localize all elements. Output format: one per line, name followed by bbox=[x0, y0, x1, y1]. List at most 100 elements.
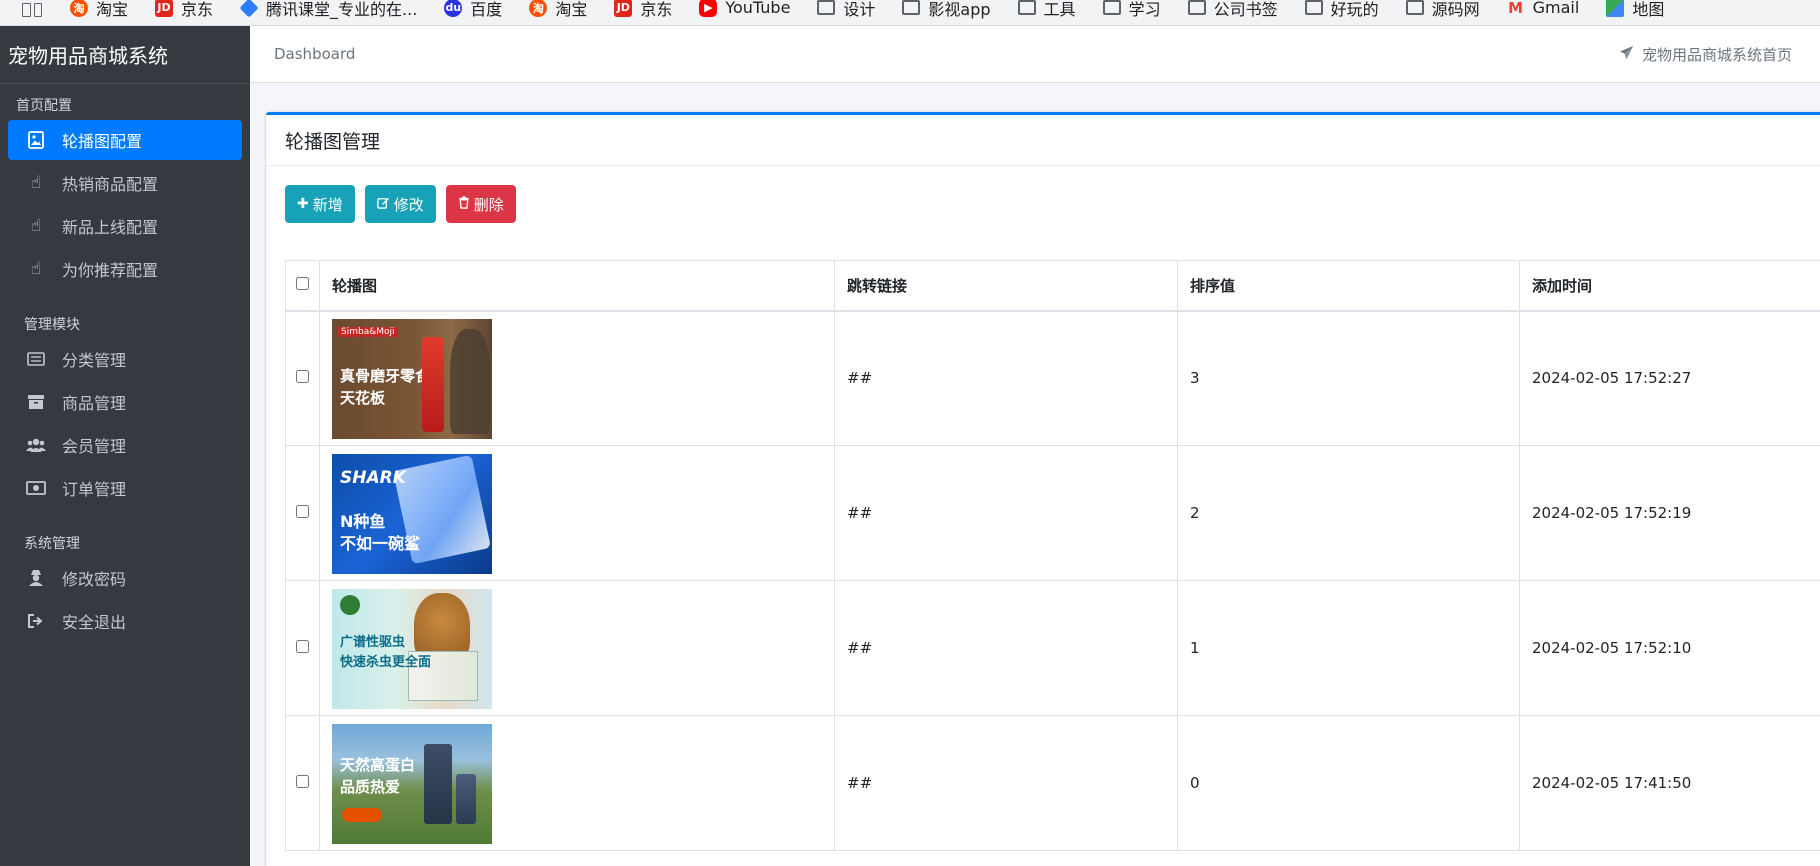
users-icon bbox=[26, 435, 46, 455]
bookmark-tencent[interactable]: 腾讯课堂_专业的在... bbox=[239, 0, 417, 20]
sidebar-item-label: 安全退出 bbox=[62, 613, 127, 632]
table-row[interactable]: SHARK N种鱼 不如一碗鲨 ## 2 2024-02-05 17:52:19 bbox=[285, 445, 1820, 581]
image-icon bbox=[26, 130, 46, 150]
sidebar: 宠物用品商城系统 首页配置 轮播图配置 ☝ 热销商品配置 ☝ 新品上线配置 ☝ … bbox=[0, 26, 250, 866]
row-checkbox[interactable] bbox=[296, 370, 309, 384]
sidebar-item-label: 订单管理 bbox=[62, 480, 127, 499]
bookmark-folder-tools[interactable]: 工具 bbox=[1017, 0, 1076, 20]
sidebar-item-members[interactable]: 会员管理 bbox=[8, 425, 242, 465]
pointer-hand-icon: ☝ bbox=[30, 216, 42, 236]
taobao-icon: 淘 bbox=[529, 0, 548, 17]
sidebar-item-change-password[interactable]: 修改密码 bbox=[8, 558, 242, 598]
table-row[interactable]: 天然高蛋白 品质热爱 ## 0 2024-02-05 17:41:50 bbox=[285, 715, 1820, 851]
user-secret-icon bbox=[26, 568, 46, 588]
folder-icon bbox=[1304, 0, 1323, 15]
cell-link: ## bbox=[834, 310, 1178, 446]
delete-button[interactable]: 删除 bbox=[445, 185, 516, 223]
bookmark-folder-apps[interactable]: 影视app bbox=[902, 0, 991, 20]
sidebar-item-carousel-config[interactable]: 轮播图配置 bbox=[8, 120, 242, 160]
cell-time: 2024-02-05 17:41:50 bbox=[1519, 715, 1820, 851]
bookmark-folder-source[interactable]: 源码网 bbox=[1405, 0, 1480, 20]
bookmark-maps[interactable]: 地图 bbox=[1606, 0, 1664, 20]
add-button[interactable]: ✚ 新增 bbox=[285, 185, 355, 223]
sidebar-item-goods[interactable]: 商品管理 bbox=[8, 382, 242, 422]
column-header-image[interactable]: 轮播图 bbox=[319, 260, 835, 312]
sidebar-item-label: 会员管理 bbox=[62, 437, 127, 456]
bookmark-folder-design[interactable]: 设计 bbox=[817, 0, 875, 20]
cell-time: 2024-02-05 17:52:10 bbox=[1519, 580, 1820, 716]
baidu-icon: du bbox=[444, 0, 463, 17]
cell-time: 2024-02-05 17:52:19 bbox=[1519, 445, 1820, 581]
sidebar-item-label: 热销商品配置 bbox=[62, 175, 159, 194]
list-icon bbox=[26, 349, 46, 369]
apps-grid-icon[interactable] bbox=[22, 2, 42, 17]
bookmark-jd[interactable]: JD 京东 bbox=[155, 0, 213, 20]
table-row[interactable]: 广谱性驱虫 快速杀虫更全面 ## 1 2024-02-05 17:52:10 bbox=[285, 580, 1820, 716]
bookmark-folder-company[interactable]: 公司书签 bbox=[1187, 0, 1278, 20]
toolbar: ✚ 新增 修改 删除 bbox=[285, 185, 1807, 223]
sidebar-item-label: 修改密码 bbox=[62, 570, 127, 589]
nav-header-management: 管理模块 bbox=[24, 317, 80, 333]
plus-icon: ✚ bbox=[297, 196, 309, 212]
money-icon bbox=[26, 478, 46, 498]
sidebar-item-hot-goods[interactable]: ☝ 热销商品配置 bbox=[8, 163, 242, 203]
bookmark-folder-study[interactable]: 学习 bbox=[1102, 0, 1161, 20]
sidebar-item-label: 为你推荐配置 bbox=[62, 261, 159, 280]
edit-button[interactable]: 修改 bbox=[364, 185, 436, 223]
row-checkbox[interactable] bbox=[296, 505, 309, 518]
row-checkbox[interactable] bbox=[296, 640, 309, 653]
pointer-hand-icon: ☝ bbox=[30, 259, 42, 279]
card-body: ✚ 新增 修改 删除 轮播图 跳转链接 排序值 添加时间 Simba&Moji … bbox=[266, 166, 1820, 851]
image-brand-label: Simba&Moji bbox=[338, 327, 398, 338]
jd-icon: JD bbox=[155, 0, 174, 17]
home-link[interactable]: 宠物用品商城系统首页 bbox=[1619, 44, 1792, 65]
carousel-image: SHARK N种鱼 不如一碗鲨 bbox=[332, 454, 492, 574]
jd-icon: JD bbox=[614, 0, 633, 17]
table-row[interactable]: Simba&Moji 真骨磨牙零食 天花板 ## 3 2024-02-05 17… bbox=[285, 310, 1820, 446]
bookmark-taobao-2[interactable]: 淘淘宝 bbox=[529, 0, 587, 20]
column-header-link[interactable]: 跳转链接 bbox=[834, 260, 1178, 312]
bookmark-gmail[interactable]: M Gmail bbox=[1507, 0, 1579, 17]
sign-out-icon bbox=[26, 611, 46, 631]
sidebar-item-logout[interactable]: 安全退出 bbox=[8, 601, 242, 641]
maps-icon bbox=[1606, 0, 1625, 17]
bookmark-youtube[interactable]: ▶ YouTube bbox=[699, 0, 790, 17]
sidebar-item-category[interactable]: 分类管理 bbox=[8, 339, 242, 379]
bookmark-baidu[interactable]: du 百度 bbox=[444, 0, 502, 20]
carousel-image: 天然高蛋白 品质热爱 bbox=[332, 724, 492, 844]
card-title: 轮播图管理 bbox=[266, 115, 1820, 166]
cta-badge bbox=[342, 808, 382, 822]
cell-sort: 0 bbox=[1177, 715, 1520, 851]
column-header-time[interactable]: 添加时间 bbox=[1519, 260, 1820, 312]
bookmark-taobao[interactable]: 淘淘宝 bbox=[70, 0, 128, 20]
paper-plane-icon bbox=[1619, 45, 1634, 64]
tencent-icon bbox=[239, 0, 259, 18]
gmail-icon: M bbox=[1508, 0, 1524, 17]
carousel-table: 轮播图 跳转链接 排序值 添加时间 Simba&Moji 真骨磨牙零食 天花板 bbox=[285, 260, 1820, 851]
folder-icon bbox=[817, 0, 836, 15]
brand-title[interactable]: 宠物用品商城系统 bbox=[0, 26, 250, 84]
folder-icon bbox=[1102, 0, 1121, 15]
sidebar-item-label: 分类管理 bbox=[62, 351, 127, 370]
sidebar-item-orders[interactable]: 订单管理 bbox=[8, 468, 242, 508]
sidebar-item-label: 商品管理 bbox=[62, 394, 127, 413]
carousel-management-card: 轮播图管理 ✚ 新增 修改 删除 轮播图 跳转链接 排序值 添加时间 Simba… bbox=[266, 112, 1820, 866]
sidebar-item-new-goods[interactable]: ☝ 新品上线配置 bbox=[8, 206, 242, 246]
sidebar-item-label: 新品上线配置 bbox=[62, 218, 159, 237]
nav-header-home-config: 首页配置 bbox=[16, 98, 72, 114]
breadcrumb[interactable]: Dashboard bbox=[274, 45, 355, 63]
row-checkbox[interactable] bbox=[296, 775, 309, 788]
bookmark-folder-fun[interactable]: 好玩的 bbox=[1304, 0, 1379, 20]
bookmark-jd-2[interactable]: JD 京东 bbox=[614, 0, 672, 20]
select-all-cell bbox=[285, 260, 320, 312]
select-all-checkbox[interactable] bbox=[296, 277, 309, 291]
folder-icon bbox=[1405, 0, 1424, 15]
image-brand-label: SHARK bbox=[340, 468, 406, 488]
folder-icon bbox=[1017, 0, 1036, 15]
cell-sort: 1 bbox=[1177, 580, 1520, 716]
cell-time: 2024-02-05 17:52:27 bbox=[1519, 310, 1820, 446]
column-header-sort[interactable]: 排序值 bbox=[1177, 260, 1520, 312]
trash-icon bbox=[458, 195, 470, 213]
sidebar-item-recommend[interactable]: ☝ 为你推荐配置 bbox=[8, 249, 242, 289]
nav-header-system: 系统管理 bbox=[24, 536, 80, 552]
